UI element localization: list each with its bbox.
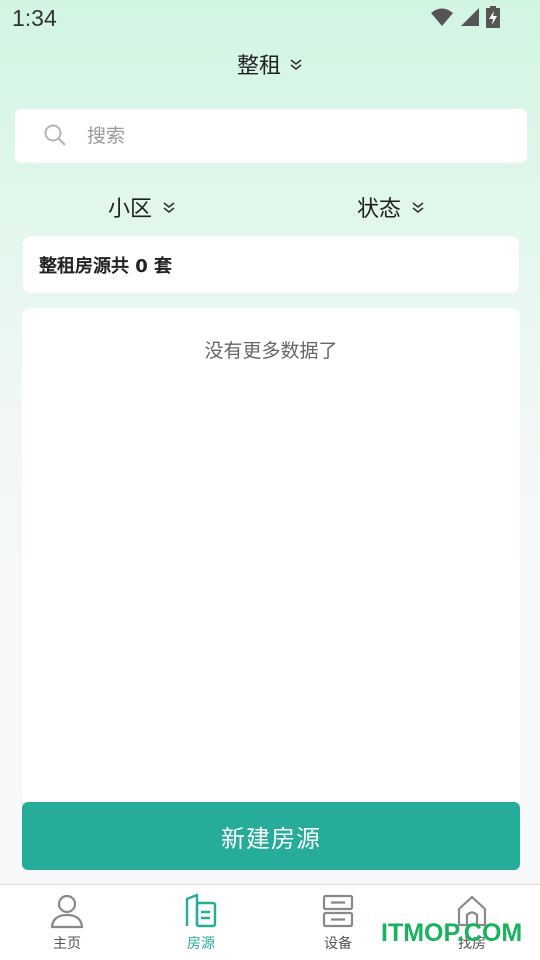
tab-home[interactable]: 主页 bbox=[17, 885, 117, 960]
rental-type-selector[interactable]: 整租 bbox=[0, 46, 540, 82]
community-filter[interactable]: 小区 bbox=[108, 190, 176, 224]
tab-label: 房源 bbox=[187, 936, 215, 952]
community-filter-label: 小区 bbox=[108, 197, 153, 222]
building-icon bbox=[185, 893, 217, 928]
tab-label: 主页 bbox=[53, 936, 81, 952]
search-icon bbox=[44, 124, 66, 146]
signal-icon bbox=[461, 8, 479, 26]
person-icon bbox=[50, 894, 84, 929]
double-chevron-down-icon bbox=[290, 59, 302, 71]
tab-devices[interactable]: 设备 bbox=[288, 885, 388, 960]
double-chevron-down-icon bbox=[412, 202, 424, 214]
battery-icon bbox=[486, 6, 500, 28]
search-box[interactable] bbox=[15, 109, 527, 163]
tab-houses[interactable]: 房源 bbox=[151, 885, 251, 960]
page-title: 整租 bbox=[236, 54, 281, 79]
empty-list-message: 没有更多数据了 bbox=[204, 340, 338, 362]
status-bar: 1:34 bbox=[0, 0, 540, 38]
wifi-icon bbox=[431, 8, 453, 26]
status-filter-label: 状态 bbox=[357, 197, 402, 222]
status-filter[interactable]: 状态 bbox=[357, 190, 425, 224]
status-time: 1:34 bbox=[12, 5, 57, 31]
device-icon bbox=[322, 894, 354, 928]
search-input[interactable] bbox=[87, 109, 507, 163]
house-list[interactable]: 没有更多数据了 bbox=[22, 308, 520, 828]
double-chevron-down-icon bbox=[163, 202, 175, 214]
summary-card: 整租房源共 0 套 bbox=[23, 236, 519, 293]
status-icons bbox=[430, 6, 500, 28]
site-watermark: ITMOP.COM bbox=[381, 919, 523, 947]
tab-label: 设备 bbox=[324, 936, 352, 952]
create-house-button[interactable]: 新建房源 bbox=[22, 802, 520, 870]
summary-text: 整租房源共 0 套 bbox=[39, 255, 173, 277]
